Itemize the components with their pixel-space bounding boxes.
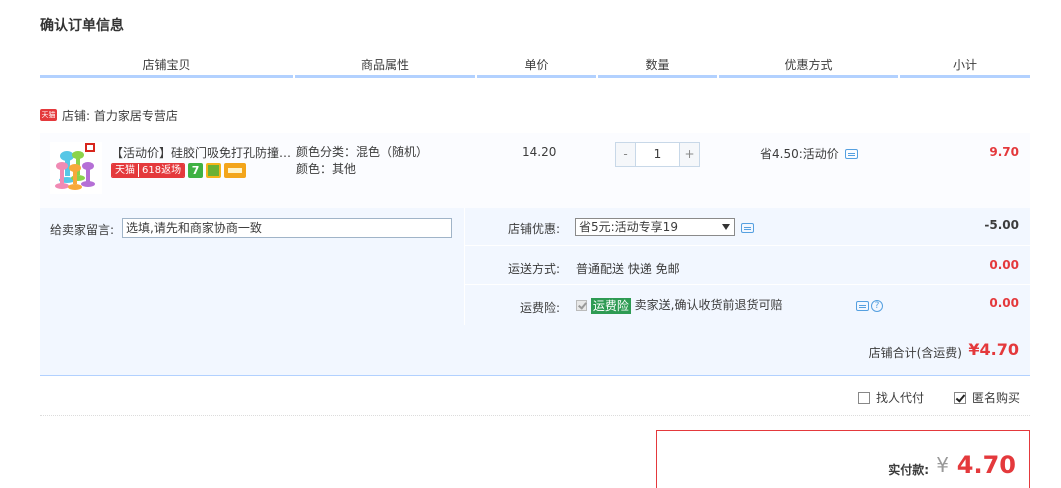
header-divider <box>598 75 717 78</box>
actual-payment-label: 实付款: <box>888 463 929 477</box>
payment-summary: 实付款: ¥ 4.70 <box>656 430 1030 488</box>
credit-card-icon[interactable] <box>224 163 247 178</box>
header-divider <box>719 75 898 78</box>
shop-total-label: 店铺合计(含运费) <box>868 346 962 360</box>
shop-name[interactable]: 店铺: 首力家居专营店 <box>62 107 178 124</box>
insurance-checkbox <box>576 300 587 311</box>
shop-discount-amount: -5.00 <box>984 218 1019 232</box>
product-thumbnail[interactable] <box>50 142 102 194</box>
insurance-amount: 0.00 <box>989 296 1019 310</box>
order-details-block: 给卖家留言: 选填,请先和商家协商一致 店铺优惠: 省5元:活动专享19 -5.… <box>40 208 1030 325</box>
quantity-input[interactable]: 1 <box>636 142 679 167</box>
seller-memo-label: 给卖家留言: <box>50 223 115 237</box>
column-header-subtotal: 小计 <box>952 58 977 72</box>
tmall-label: 天猫 <box>112 164 138 177</box>
promo-618-label: 618返场 <box>138 164 185 177</box>
anonymous-purchase-option[interactable]: 匿名购买 <box>954 389 1020 406</box>
shop-total-amount: ¥4.70 <box>968 340 1019 359</box>
promotion-text: 省4.50:活动价 <box>760 147 839 161</box>
header-divider <box>477 75 596 78</box>
shop-line: 天猫 店铺: 首力家居专营店 <box>40 106 178 124</box>
order-item-row: 【活动价】硅胶门吸免打孔防撞门挡 天猫 618返场 7 颜色分类：混色（随机） … <box>40 133 1030 208</box>
column-header-attributes: 商品属性 <box>360 58 409 72</box>
item-subtotal: 9.70 <box>989 145 1019 159</box>
help-icon[interactable]: ? <box>871 300 883 312</box>
attribute-color: 颜色：其他 <box>296 162 357 176</box>
currency-symbol: ¥ <box>936 453 949 477</box>
attribute-color-category: 颜色分类：混色（随机） <box>296 145 429 159</box>
insurance-text: 卖家送,确认收货前退货可赔 <box>634 298 783 312</box>
pay-for-me-checkbox[interactable] <box>858 391 870 404</box>
quantity-decrease-button[interactable]: - <box>615 142 636 167</box>
insurance-info: 运费险 卖家送,确认收货前退货可赔 <box>576 296 783 314</box>
insurance-badge: 运费险 <box>590 297 631 314</box>
header-divider <box>40 75 293 78</box>
shop-discount-selected: 省5元:活动专享19 <box>579 220 678 234</box>
seven-day-return-icon[interactable]: 7 <box>188 163 204 178</box>
actual-payment-amount: 4.70 <box>956 451 1016 479</box>
quantity-increase-button[interactable]: + <box>679 142 700 167</box>
column-header-price: 单价 <box>524 58 549 72</box>
tmall-618-badge: 天猫 618返场 <box>111 163 186 178</box>
table-header: 店铺宝贝 商品属性 单价 数量 优惠方式 小计 <box>40 55 1030 78</box>
product-attributes: 颜色分类：混色（随机） 颜色：其他 <box>296 144 428 178</box>
header-divider <box>295 75 475 78</box>
anonymous-checkbox[interactable] <box>954 391 966 404</box>
product-tags: 天猫 618返场 7 <box>111 163 247 178</box>
insurance-label: 运费险: <box>519 301 560 315</box>
column-header-quantity: 数量 <box>645 58 670 72</box>
divider <box>465 284 1030 285</box>
pay-for-me-option[interactable]: 找人代付 <box>858 389 924 406</box>
tmall-icon: 天猫 <box>40 109 57 121</box>
shop-discount-select[interactable]: 省5元:活动专享19 <box>575 218 735 236</box>
shop-total-row: 店铺合计(含运费) ¥4.70 <box>40 325 1030 376</box>
unit-price: 14.20 <box>522 145 557 159</box>
shipping-amount: 0.00 <box>989 258 1019 272</box>
divider <box>464 208 465 325</box>
dropdown-arrow-icon <box>722 224 730 230</box>
header-divider <box>900 75 1030 78</box>
anonymous-label: 匿名购买 <box>972 391 1021 405</box>
column-header-discount: 优惠方式 <box>784 58 833 72</box>
quality-guarantee-icon[interactable] <box>206 163 222 178</box>
chat-icon[interactable] <box>741 223 754 233</box>
chat-icon[interactable] <box>844 148 858 159</box>
pay-for-me-label: 找人代付 <box>876 391 925 405</box>
page-title: 确认订单信息 <box>40 18 124 34</box>
order-options-row: 找人代付 匿名购买 <box>40 376 1030 416</box>
quantity-stepper: - 1 + <box>615 142 700 167</box>
chat-icon[interactable] <box>856 301 869 311</box>
shop-discount-label: 店铺优惠: <box>507 222 560 236</box>
shipping-label: 运送方式: <box>507 262 560 276</box>
product-title[interactable]: 【活动价】硅胶门吸免打孔防撞门挡 <box>111 144 293 161</box>
seller-memo-input[interactable]: 选填,请先和商家协商一致 <box>122 218 452 238</box>
column-header-item: 店铺宝贝 <box>142 58 191 72</box>
item-promotion: 省4.50:活动价 <box>760 145 858 162</box>
shipping-method: 普通配送 快递 免邮 <box>576 262 680 276</box>
divider <box>465 245 1030 246</box>
